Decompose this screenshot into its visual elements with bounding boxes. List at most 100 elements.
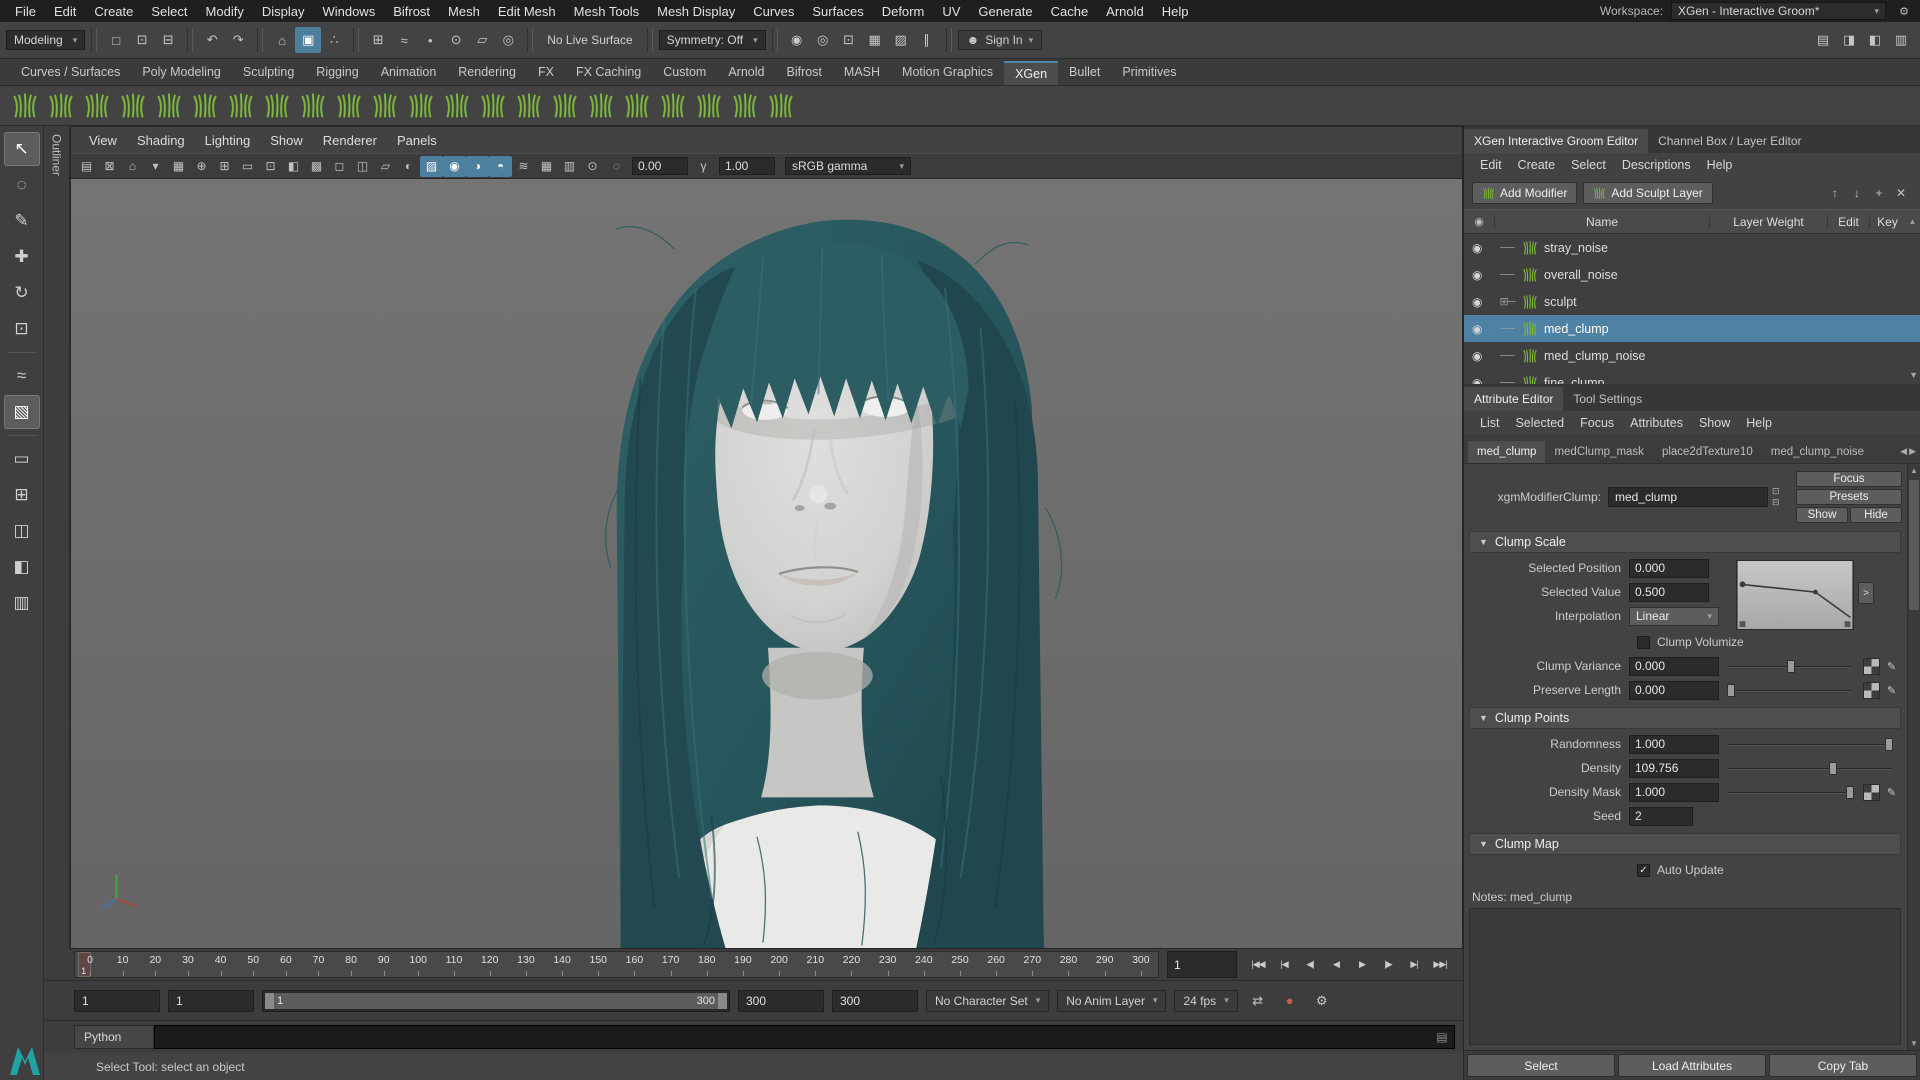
film-gate-icon[interactable]: ▭ bbox=[236, 156, 259, 177]
texture-map-icon[interactable] bbox=[1863, 784, 1880, 801]
lock-camera-icon[interactable]: ⊠ bbox=[98, 156, 121, 177]
snap-point-icon[interactable]: • bbox=[417, 27, 443, 53]
menu-item[interactable]: UV bbox=[933, 2, 969, 21]
selected-value-field[interactable]: 0.500 bbox=[1629, 583, 1709, 602]
add-sculpt-layer-button[interactable]: Add Sculpt Layer bbox=[1583, 182, 1712, 204]
layout-four-pane[interactable]: ⊞ bbox=[4, 478, 40, 512]
sculpt-groom-tool[interactable]: ≈ bbox=[4, 359, 40, 393]
camera-attributes-icon[interactable]: ⌂ bbox=[121, 156, 144, 177]
save-scene-icon[interactable]: ⊟ bbox=[155, 27, 181, 53]
clump-variance-field[interactable]: 0.000 bbox=[1629, 657, 1719, 676]
layout-hypershade[interactable]: ▥ bbox=[4, 586, 40, 620]
texture-map-icon[interactable] bbox=[1863, 658, 1880, 675]
panel-menu-item[interactable]: Show bbox=[260, 131, 313, 150]
shelf-tab[interactable]: Arnold bbox=[717, 61, 775, 85]
pin-node-icon[interactable]: ⊡ bbox=[1772, 487, 1780, 496]
density-mask-field[interactable]: 1.000 bbox=[1629, 783, 1719, 802]
step-forward-frame-button[interactable]: ▶| bbox=[1401, 953, 1427, 977]
character-set-selector[interactable]: No Character Set ▾ bbox=[926, 990, 1049, 1012]
range-end-handle[interactable] bbox=[718, 993, 727, 1009]
scroll-up-icon[interactable]: ▲ bbox=[1908, 466, 1920, 475]
sidebar-tab[interactable]: Channel Box / Layer Editor bbox=[1648, 129, 1811, 153]
hide-button[interactable]: Hide bbox=[1850, 507, 1902, 523]
menu-item[interactable]: Mesh Tools bbox=[565, 2, 649, 21]
menu-item[interactable]: Help bbox=[1153, 2, 1198, 21]
scale-tool[interactable]: ⊡ bbox=[4, 312, 40, 346]
menu-item[interactable]: Deform bbox=[873, 2, 934, 21]
menu-item[interactable]: Mesh bbox=[439, 2, 489, 21]
part-tool-icon[interactable] bbox=[512, 89, 546, 123]
add-modifier-button[interactable]: Add Modifier bbox=[1472, 182, 1577, 204]
wireframe-icon[interactable]: ▱ bbox=[374, 156, 397, 177]
clump-scale-ramp-widget[interactable] bbox=[1736, 560, 1854, 630]
make-live-icon[interactable]: ◎ bbox=[495, 27, 521, 53]
shelf-tab[interactable]: Animation bbox=[370, 61, 448, 85]
visibility-toggle[interactable]: ◉ bbox=[1472, 295, 1492, 309]
preserve-length-slider[interactable] bbox=[1727, 681, 1852, 700]
command-language-selector[interactable]: Python bbox=[74, 1025, 154, 1049]
density-slider[interactable] bbox=[1727, 759, 1892, 778]
menu-item[interactable]: Bifrost bbox=[384, 2, 439, 21]
exposure-field[interactable]: 0.00 bbox=[632, 157, 688, 175]
select-camera-icon[interactable]: ▤ bbox=[75, 156, 98, 177]
shelf-tab[interactable]: Primitives bbox=[1111, 61, 1187, 85]
menu-item[interactable]: Modify bbox=[197, 2, 253, 21]
go-to-end-button[interactable]: ▶▶| bbox=[1427, 953, 1453, 977]
texture-map-icon[interactable] bbox=[1863, 682, 1880, 699]
paint-select-tool[interactable]: ✎ bbox=[4, 204, 40, 238]
animation-end-field[interactable]: 300 bbox=[832, 990, 918, 1012]
slider-handle[interactable] bbox=[1829, 762, 1837, 775]
playback-start-field[interactable]: 1 bbox=[168, 990, 254, 1012]
cut-tool-icon[interactable] bbox=[260, 89, 294, 123]
menu-item[interactable]: Surfaces bbox=[803, 2, 872, 21]
render-view-icon[interactable]: ▨ bbox=[888, 27, 914, 53]
lasso-select-tool[interactable]: ◌ bbox=[4, 168, 40, 202]
open-scene-icon[interactable]: ⊡ bbox=[129, 27, 155, 53]
menu-item[interactable]: Windows bbox=[313, 2, 384, 21]
ae-footer-button[interactable]: Select bbox=[1467, 1054, 1615, 1077]
exposure-icon[interactable]: ◌ bbox=[605, 156, 628, 177]
move-tool[interactable]: ✚ bbox=[4, 240, 40, 274]
clump-volumize-checkbox[interactable]: ✓ bbox=[1637, 636, 1650, 649]
step-back-frame-button[interactable]: |◀ bbox=[1271, 953, 1297, 977]
menu-set-selector[interactable]: Modeling ▾ bbox=[6, 30, 85, 50]
layout-persp-outliner[interactable]: ◧ bbox=[4, 550, 40, 584]
med_clump_noise[interactable]: ◉ ── med_clump_noise bbox=[1464, 342, 1920, 369]
width-tool-icon[interactable] bbox=[404, 89, 438, 123]
collapsed-outliner-panel[interactable]: Outliner bbox=[44, 126, 70, 949]
slider-handle[interactable] bbox=[1885, 738, 1893, 751]
slider-handle[interactable] bbox=[1727, 684, 1735, 697]
menu-item[interactable]: Arnold bbox=[1097, 2, 1153, 21]
paint-map-icon[interactable]: ✎ bbox=[1883, 784, 1900, 801]
ramp-expand-button[interactable]: > bbox=[1858, 582, 1874, 604]
workspace-settings-icon[interactable]: ⚙ bbox=[1894, 3, 1914, 19]
xray-icon[interactable]: ▥ bbox=[558, 156, 581, 177]
ae-footer-button[interactable]: Copy Tab bbox=[1769, 1054, 1917, 1077]
menu-item[interactable]: Curves bbox=[744, 2, 803, 21]
attribute-editor-toggle-icon[interactable]: ◨ bbox=[1836, 27, 1862, 53]
safe-action-icon[interactable]: ◻ bbox=[328, 156, 351, 177]
seed-field[interactable]: 2 bbox=[1629, 807, 1693, 826]
xgen-editor-icon[interactable] bbox=[8, 89, 42, 123]
fps-selector[interactable]: 24 fps ▾ bbox=[1174, 990, 1237, 1012]
presets-button[interactable]: Presets bbox=[1796, 489, 1902, 505]
rotate-tool[interactable]: ↻ bbox=[4, 276, 40, 310]
breakout-icon[interactable]: ⊟ bbox=[1772, 498, 1780, 507]
ae-menu-item[interactable]: Focus bbox=[1572, 414, 1622, 432]
playback-range-slider[interactable]: 1 300 bbox=[262, 990, 730, 1012]
sculpt[interactable]: ◉ ⊞─ sculpt bbox=[1464, 288, 1920, 315]
playback-end-field[interactable]: 300 bbox=[738, 990, 824, 1012]
stray_noise[interactable]: ◉ ── stray_noise bbox=[1464, 234, 1920, 261]
ae-menu-item[interactable]: List bbox=[1472, 414, 1507, 432]
play-forwards-button[interactable]: ▶ bbox=[1349, 953, 1375, 977]
isolate-select-icon[interactable]: ⊙ bbox=[581, 156, 604, 177]
editor-tab[interactable]: Attribute Editor bbox=[1464, 387, 1563, 411]
animation-preferences-icon[interactable]: ⚙ bbox=[1310, 990, 1334, 1012]
redo-icon[interactable]: ↷ bbox=[225, 27, 251, 53]
command-input[interactable]: ▤ bbox=[154, 1025, 1455, 1049]
no-live-surface-button[interactable]: No Live Surface bbox=[539, 31, 640, 49]
motion-blur-icon[interactable]: ≋ bbox=[512, 156, 535, 177]
snap-projected-center-icon[interactable]: ⊙ bbox=[443, 27, 469, 53]
fine_clump[interactable]: ◉ ── fine_clump bbox=[1464, 369, 1920, 384]
workspace-selector[interactable]: XGen - Interactive Groom* ▾ bbox=[1671, 2, 1886, 20]
